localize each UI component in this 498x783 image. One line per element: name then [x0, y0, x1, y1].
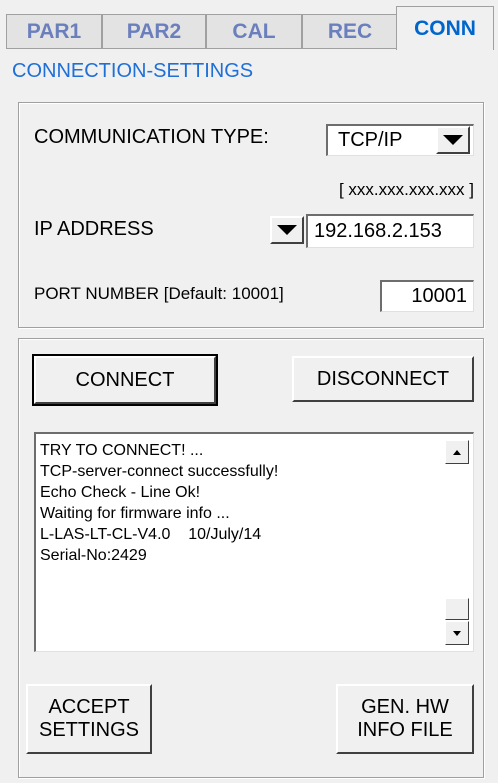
log-line: Echo Check - Line Ok! [40, 484, 201, 501]
tab-conn[interactable]: CONN [396, 6, 494, 50]
arrow-up-icon [453, 449, 461, 455]
log-lines: TRY TO CONNECT! ... TCP-server-connect s… [40, 440, 439, 566]
tab-strip: PAR1 PAR2 CAL REC CONN [6, 6, 494, 50]
ip-address-dropdown-button[interactable] [270, 216, 304, 244]
disconnect-button[interactable]: DISCONNECT [292, 356, 474, 402]
scroll-thumb[interactable] [445, 598, 469, 620]
gen-hw-info-file-button[interactable]: GEN. HW INFO FILE [336, 684, 474, 754]
section-title: CONNECTION-SETTINGS [12, 60, 254, 82]
port-number-value: 10001 [411, 285, 467, 307]
gen-hw-info-label-line1: GEN. HW [361, 696, 449, 718]
port-number-field[interactable]: 10001 [380, 280, 474, 312]
tab-rec[interactable]: REC [302, 14, 398, 48]
log-line: Serial-No:2429 [40, 547, 147, 564]
ip-address-field[interactable]: 192.168.2.153 [306, 214, 474, 248]
tab-par1[interactable]: PAR1 [6, 14, 102, 48]
ip-format-hint: [ xxx.xxx.xxx.xxx ] [338, 180, 474, 199]
chevron-down-icon [277, 225, 297, 235]
log-line: L-LAS-LT-CL-V4.0 10/July/14 [40, 526, 262, 543]
log-scrollbar[interactable] [445, 438, 469, 647]
ip-address-label: IP ADDRESS [34, 218, 154, 240]
tab-cal[interactable]: CAL [206, 14, 302, 48]
accept-settings-label-line1: ACCEPT [48, 696, 130, 718]
log-line: TCP-server-connect successfully! [40, 463, 279, 480]
connect-button[interactable]: CONNECT [32, 354, 218, 406]
scroll-up-button[interactable] [445, 440, 469, 464]
port-number-label: PORT NUMBER [Default: 10001] [34, 284, 284, 303]
tab-par2[interactable]: PAR2 [102, 14, 206, 48]
accept-settings-label-line2: SETTINGS [38, 719, 139, 741]
ip-address-value: 192.168.2.153 [314, 220, 442, 242]
log-line: TRY TO CONNECT! ... [40, 442, 204, 459]
scroll-down-button[interactable] [445, 621, 469, 645]
log-line: Waiting for firmware info ... [40, 505, 230, 522]
accept-settings-button[interactable]: ACCEPT SETTINGS [26, 684, 152, 754]
gen-hw-info-label-line2: INFO FILE [357, 719, 453, 741]
connection-log[interactable]: TRY TO CONNECT! ... TCP-server-connect s… [34, 432, 474, 652]
chevron-down-icon [443, 135, 463, 145]
communication-type-value: TCP/IP [338, 129, 403, 151]
arrow-down-icon [453, 630, 461, 636]
communication-type-dropdown-button[interactable] [436, 126, 470, 154]
communication-type-label: COMMUNICATION TYPE: [34, 126, 269, 148]
